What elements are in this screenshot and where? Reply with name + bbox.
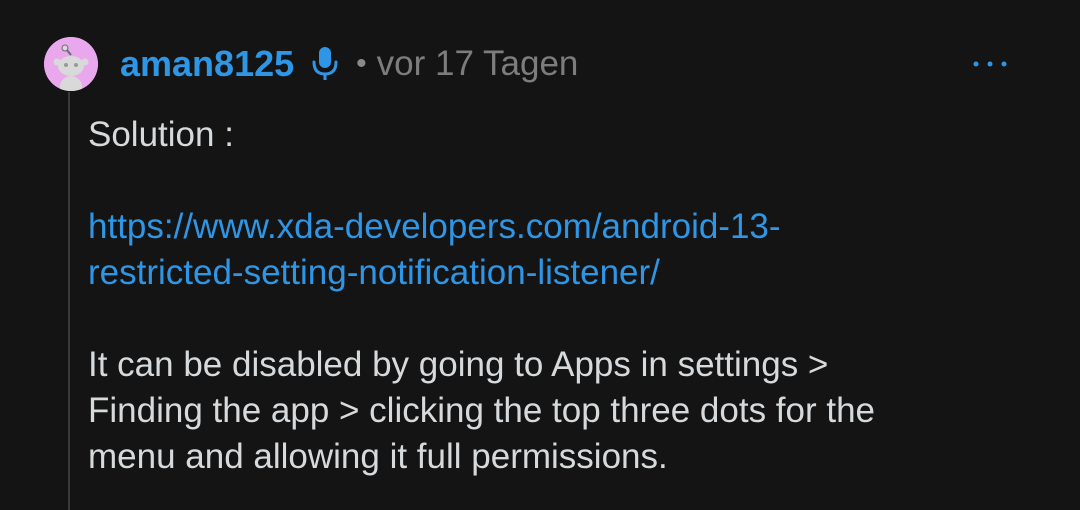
more-options-button[interactable]	[972, 50, 1008, 78]
separator-dot: •	[356, 47, 367, 80]
comment-body: Solution : https://www.xda-developers.co…	[88, 112, 1048, 480]
xda-link[interactable]: https://www.xda-developers.com/android-1…	[88, 207, 781, 292]
thread-line[interactable]	[68, 92, 70, 510]
instructions-line-1: It can be disabled by going to Apps in s…	[88, 345, 829, 384]
more-options-icon	[973, 61, 1007, 67]
username-link[interactable]: aman8125	[120, 43, 294, 85]
link-line-2: restricted-setting-notification-listener…	[88, 253, 660, 292]
timestamp: vor 17 Tagen	[376, 44, 579, 83]
link-line-1: https://www.xda-developers.com/android-1…	[88, 207, 781, 246]
instructions-line-2: Finding the app > clicking the top three…	[88, 391, 876, 430]
snoo-avatar-icon	[44, 37, 98, 91]
microphone-icon	[310, 45, 340, 83]
user-avatar[interactable]	[44, 37, 98, 91]
instructions-line-3: menu and allowing it full permissions.	[88, 437, 668, 476]
solution-text: Solution :	[88, 115, 234, 154]
instructions-paragraph: It can be disabled by going to Apps in s…	[88, 342, 1048, 480]
comment-header: aman8125 • vor 17 Tagen	[120, 38, 578, 90]
link-paragraph: https://www.xda-developers.com/android-1…	[88, 204, 1048, 296]
